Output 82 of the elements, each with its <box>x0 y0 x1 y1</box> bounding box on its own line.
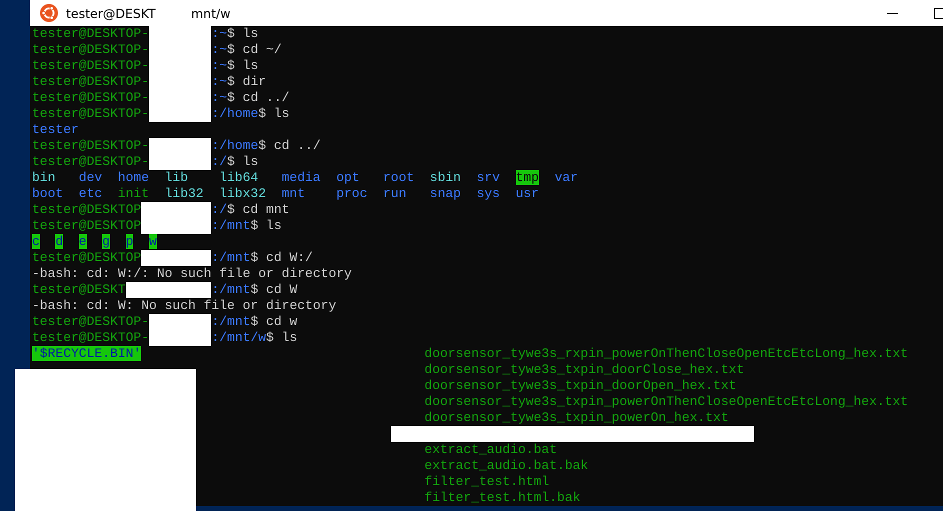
file-name: d <box>55 234 64 249</box>
command-line: :/$ cd mnt <box>211 202 290 218</box>
prompt-user: tester@DESKT <box>32 282 126 298</box>
file-name: dev <box>78 170 102 185</box>
prompt-user: tester@DESKTOP- <box>32 26 150 42</box>
prompt-user: tester@DESKTOP- <box>32 330 150 346</box>
redaction-block <box>149 106 212 122</box>
redaction-block <box>141 202 212 218</box>
file-name: doorsensor_tywe3s_txpin_doorClose_hex.txt <box>424 362 744 378</box>
command-line: :/home$ cd ../ <box>211 138 321 154</box>
maximize-icon[interactable] <box>934 8 943 18</box>
file-name: proc <box>336 186 368 201</box>
prompt-user: tester@DESKTOP <box>32 250 142 266</box>
file-name: bin <box>32 170 56 185</box>
file-name: srv <box>476 170 500 185</box>
file-name: doorsensor_tywe3s_txpin_doorOpen_hex.txt <box>424 378 736 394</box>
file-name: filter_test.html.bak <box>424 490 580 506</box>
command-line: :/mnt$ cd w <box>211 314 298 330</box>
prompt-user: tester@DESKTOP- <box>32 74 150 90</box>
file-name: doorsensor_tywe3s_txpin_powerOn_hex.txt <box>424 410 729 426</box>
redaction-block <box>149 138 212 154</box>
file-name: run <box>382 186 406 201</box>
file-name: c <box>32 234 40 249</box>
file-name: opt <box>336 170 360 185</box>
redaction-block <box>149 314 212 330</box>
file-name: boot <box>32 186 64 201</box>
file-name: sbin <box>430 170 461 185</box>
file-name: libx32 <box>219 186 266 201</box>
file-name: media <box>282 170 321 185</box>
command-line: :/mnt$ cd W:/ <box>211 250 313 266</box>
window-title: mnt/w <box>191 6 230 20</box>
file-name: tmp <box>516 170 539 185</box>
ubuntu-logo-icon <box>40 4 58 22</box>
file-name: etc <box>78 186 102 201</box>
file-name: p <box>126 234 134 249</box>
prompt-user: tester@DESKTOP- <box>32 314 150 330</box>
file-name: lib <box>164 170 188 185</box>
command-line: :~$ ls <box>211 26 258 42</box>
command-line: :/mnt/w$ ls <box>211 330 298 346</box>
file-name: g <box>102 234 110 249</box>
file-name: snap <box>430 186 461 201</box>
output-text: -bash: cd: W:/: No such file or directory <box>32 266 352 282</box>
command-line: :/home$ ls <box>211 106 290 122</box>
prompt-user: tester@DESKTOP <box>32 202 142 218</box>
output-text: -bash: cd: W: No such file or directory <box>32 298 336 314</box>
command-line: :/mnt$ ls <box>211 218 282 234</box>
command-line: :~$ ls <box>211 58 258 74</box>
file-name: init <box>118 186 150 201</box>
redaction-block <box>149 330 212 346</box>
file-name: extract_audio.bat <box>424 442 558 458</box>
prompt-user: tester@DESKTOP- <box>32 138 150 154</box>
file-name: e <box>78 234 87 249</box>
file-name: doorsensor_tywe3s_txpin_powerOnThenCloseOpenEtcEtcLong_hex.txt <box>424 394 908 410</box>
redaction-block <box>149 154 212 170</box>
file-name: '$RECYCLE.BIN' <box>32 346 142 361</box>
prompt-user: tester@DESKTOP- <box>32 90 150 106</box>
redaction-block <box>141 218 212 234</box>
file-name: root <box>382 170 414 185</box>
command-line: :~$ cd ../ <box>211 90 290 106</box>
command-line: :/mnt$ cd W <box>211 282 298 298</box>
prompt-user: tester@DESKTOP <box>32 218 142 234</box>
file-name: filter_test.html <box>424 474 550 490</box>
file-name: doorsensor_tywe3s_rxpin_powerOnThenCloseOpenEtcEtcLong_hex.txt <box>424 346 908 362</box>
file-name: lib64 <box>219 170 258 185</box>
window-title: tester@DESKT <box>66 6 157 20</box>
file-name: mnt <box>282 186 305 201</box>
command-line: :~$ cd ~/ <box>211 42 282 58</box>
prompt-user: tester@DESKTOP- <box>32 42 150 58</box>
prompt-user: tester@DESKTOP- <box>32 106 150 122</box>
file-name: var <box>554 170 578 185</box>
command-line: :/$ ls <box>211 154 258 170</box>
command-line: :~$ dir <box>211 74 266 90</box>
file-name: tester <box>32 122 79 137</box>
file-name: lib32 <box>164 186 204 201</box>
redaction-block <box>141 250 212 266</box>
file-name: usr <box>516 186 539 201</box>
prompt-user: tester@DESKTOP- <box>32 58 150 74</box>
file-name: w <box>148 234 157 249</box>
file-name: extract_audio.bat.bak <box>424 458 588 474</box>
prompt-user: tester@DESKTOP- <box>32 154 150 170</box>
file-name: home <box>118 170 150 185</box>
file-name: sys <box>476 186 500 201</box>
